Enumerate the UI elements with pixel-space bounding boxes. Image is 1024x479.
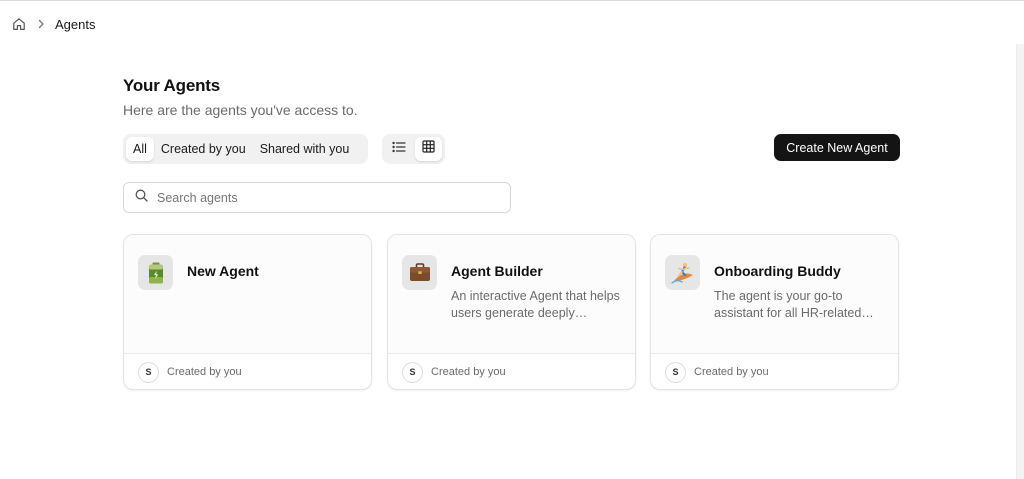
tab-created-by-you[interactable]: Created by you — [154, 137, 253, 161]
create-new-agent-button[interactable]: Create New Agent — [774, 134, 900, 161]
top-divider — [0, 0, 1024, 1]
search-bar — [123, 182, 511, 213]
page-title: Your Agents — [123, 76, 220, 95]
filter-tabs: All Created by you Shared with you — [123, 134, 368, 164]
search-icon — [135, 189, 148, 207]
briefcase-icon — [402, 255, 437, 290]
battery-icon — [138, 255, 173, 290]
grid-view-button[interactable] — [414, 137, 442, 161]
creator-label: Created by you — [431, 366, 506, 378]
agent-card-onboarding-buddy[interactable]: Onboarding Buddy The agent is your go-to… — [650, 234, 899, 390]
agent-name: Agent Builder — [451, 263, 543, 279]
home-icon[interactable] — [12, 17, 26, 31]
list-view-button[interactable] — [385, 137, 413, 161]
creator-label: Created by you — [694, 366, 769, 378]
card-footer: S Created by you — [388, 354, 635, 389]
avatar: S — [665, 361, 686, 383]
breadcrumb: Agents — [12, 16, 95, 32]
toolbar: All Created by you Shared with you Creat… — [123, 134, 900, 164]
avatar: S — [138, 361, 159, 383]
card-body: Onboarding Buddy The agent is your go-to… — [651, 235, 898, 354]
surfer-icon — [665, 255, 700, 290]
grid-icon — [422, 140, 435, 158]
page-subtitle: Here are the agents you've access to. — [123, 102, 358, 118]
agent-description: The agent is your go-to assistant for al… — [714, 289, 862, 320]
list-icon — [392, 140, 406, 158]
agent-description: An interactive Agent that helps users ge… — [451, 289, 620, 320]
agent-cards: New Agent S Created by you Agent Builder… — [123, 234, 900, 390]
tab-shared-with-you[interactable]: Shared with you — [253, 137, 357, 161]
agent-name: New Agent — [187, 263, 259, 279]
main-content: Your Agents Here are the agents you've a… — [123, 76, 900, 390]
chevron-right-icon — [38, 19, 45, 29]
avatar: S — [402, 361, 423, 383]
card-body: New Agent — [124, 235, 371, 354]
scrollbar[interactable] — [1016, 44, 1024, 479]
card-footer: S Created by you — [651, 354, 898, 389]
view-toggle — [382, 134, 445, 164]
search-input[interactable] — [157, 190, 487, 205]
tab-all[interactable]: All — [126, 137, 154, 161]
agent-card-agent-builder[interactable]: Agent Builder An interactive Agent that … — [387, 234, 636, 390]
creator-label: Created by you — [167, 366, 242, 378]
breadcrumb-current: Agents — [55, 16, 96, 32]
agent-name: Onboarding Buddy — [714, 263, 841, 279]
agent-card-new-agent[interactable]: New Agent S Created by you — [123, 234, 372, 390]
card-footer: S Created by you — [124, 354, 371, 389]
card-body: Agent Builder An interactive Agent that … — [388, 235, 635, 354]
